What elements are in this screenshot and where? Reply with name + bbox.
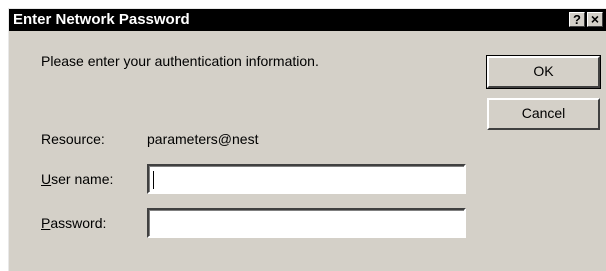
password-hotkey: P bbox=[41, 215, 51, 231]
prompt-text: Please enter your authentication informa… bbox=[41, 53, 319, 69]
title-bar[interactable]: Enter Network Password ? × bbox=[9, 9, 606, 31]
username-hotkey: U bbox=[41, 171, 52, 187]
dialog-title: Enter Network Password bbox=[13, 11, 190, 28]
text-caret bbox=[153, 171, 154, 189]
ok-button[interactable]: OK bbox=[486, 55, 601, 89]
resource-label: Resource: bbox=[41, 131, 105, 147]
password-label-rest: assword: bbox=[50, 215, 107, 231]
cancel-button[interactable]: Cancel bbox=[487, 98, 600, 130]
username-field[interactable] bbox=[147, 164, 466, 194]
close-icon[interactable]: × bbox=[587, 12, 603, 27]
resource-value: parameters@nest bbox=[147, 131, 259, 147]
password-field[interactable] bbox=[147, 208, 466, 238]
help-icon[interactable]: ? bbox=[569, 12, 585, 27]
username-label: User name: bbox=[41, 170, 113, 188]
password-label: Password: bbox=[41, 214, 106, 232]
username-label-rest: ser name: bbox=[51, 171, 114, 187]
network-password-dialog: Enter Network Password ? × Please enter … bbox=[8, 8, 606, 271]
